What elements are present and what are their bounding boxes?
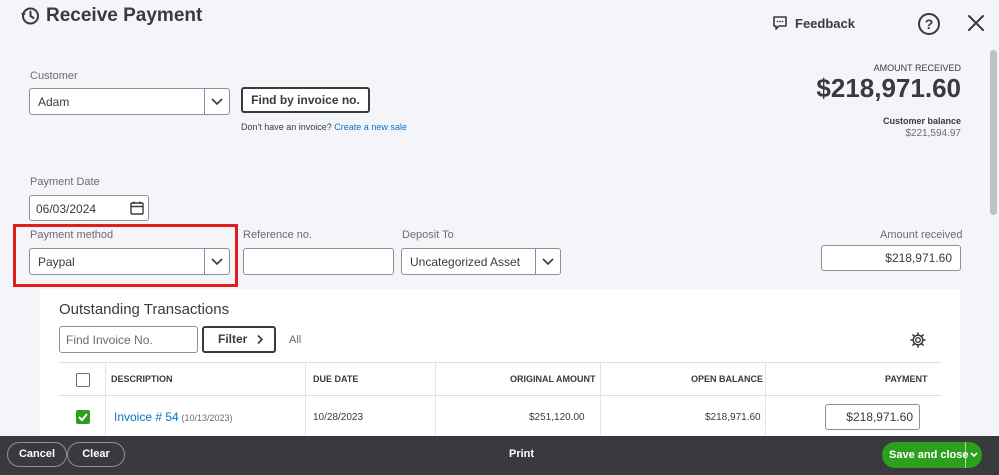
customer-value: Adam xyxy=(38,95,70,109)
chevron-down-icon[interactable] xyxy=(204,249,229,274)
split-divider xyxy=(965,442,966,468)
invoice-link[interactable]: Invoice # 54 xyxy=(114,410,179,424)
original-amount-cell: $251,120.00 xyxy=(529,412,585,423)
open-balance-cell: $218,971.60 xyxy=(705,412,761,423)
payment-method-label: Payment method xyxy=(30,229,114,241)
payment-date-label: Payment Date xyxy=(30,176,100,188)
deposit-to-label: Deposit To xyxy=(402,229,454,241)
save-and-close-label: Save and close xyxy=(889,449,969,461)
table-row: Invoice # 54 (10/13/2023) 10/28/2023 $25… xyxy=(59,396,941,439)
col-open-balance[interactable]: OPEN BALANCE xyxy=(691,363,763,396)
customer-label: Customer xyxy=(30,70,78,82)
checkmark-icon xyxy=(78,413,88,422)
create-new-sale-link[interactable]: Create a new sale xyxy=(334,122,407,132)
help-icon[interactable]: ? xyxy=(918,13,940,35)
payment-date-value: 06/03/2024 xyxy=(36,202,97,216)
chevron-down-icon[interactable] xyxy=(535,249,560,274)
feedback-icon xyxy=(773,16,787,30)
customer-balance-label: Customer balance xyxy=(882,116,961,126)
deposit-to-select[interactable]: Uncategorized Asset xyxy=(401,248,561,275)
cancel-button[interactable]: Cancel xyxy=(7,442,67,467)
customer-select[interactable]: Adam xyxy=(29,88,230,115)
chevron-right-icon xyxy=(256,328,264,359)
invoice-cell: Invoice # 54 (10/13/2023) xyxy=(114,410,233,424)
calendar-icon[interactable] xyxy=(130,201,144,220)
col-description[interactable]: DESCRIPTION xyxy=(111,363,173,396)
table-header: DESCRIPTION DUE DATE ORIGINAL AMOUNT OPE… xyxy=(59,362,941,440)
clear-button[interactable]: Clear xyxy=(67,442,125,467)
no-invoice-text: Don't have an invoice? Create a new sale xyxy=(241,122,407,132)
chevron-down-icon[interactable] xyxy=(204,89,229,114)
invoice-date: (10/13/2023) xyxy=(181,413,233,423)
feedback-label: Feedback xyxy=(795,15,855,31)
print-button[interactable]: Print xyxy=(509,448,534,460)
filter-all-label: All xyxy=(289,334,302,346)
page-title: Receive Payment xyxy=(46,5,203,26)
history-icon[interactable] xyxy=(20,6,40,26)
due-date-cell: 10/28/2023 xyxy=(313,412,364,423)
filter-button[interactable]: Filter xyxy=(202,326,276,353)
header: Receive Payment Feedback ? xyxy=(0,0,999,45)
no-invoice-label: Don't have an invoice? xyxy=(241,122,332,132)
feedback-button[interactable]: Feedback xyxy=(772,15,855,31)
select-all-checkbox[interactable] xyxy=(76,373,90,387)
amount-received-field-label: Amount received xyxy=(880,229,963,241)
customer-balance-value: $221,594.97 xyxy=(905,128,961,139)
payment-date-input[interactable]: 06/03/2024 xyxy=(29,195,149,221)
close-icon[interactable] xyxy=(966,13,986,38)
gear-icon[interactable] xyxy=(910,332,926,353)
scrollbar[interactable] xyxy=(990,50,997,215)
col-payment[interactable]: PAYMENT xyxy=(885,363,928,396)
outstanding-transactions-panel: Outstanding Transactions Find Invoice No… xyxy=(40,289,960,440)
find-by-invoice-button[interactable]: Find by invoice no. xyxy=(241,87,370,113)
reference-label: Reference no. xyxy=(243,229,313,241)
deposit-to-value: Uncategorized Asset xyxy=(410,255,521,269)
col-original-amount[interactable]: ORIGINAL AMOUNT xyxy=(510,363,596,396)
amount-received-total: $218,971.60 xyxy=(816,73,961,103)
amount-received-input[interactable]: $218,971.60 xyxy=(821,245,961,271)
save-and-close-button[interactable]: Save and close xyxy=(882,442,982,468)
row-checkbox[interactable] xyxy=(76,410,90,424)
footer: Cancel Clear Print Save and close xyxy=(0,436,999,475)
payment-input[interactable]: $218,971.60 xyxy=(825,404,920,430)
payment-method-select[interactable]: Paypal xyxy=(29,248,230,275)
amount-received-label: AMOUNT RECEIVED xyxy=(873,63,961,73)
chevron-down-icon[interactable] xyxy=(969,442,979,475)
reference-input[interactable] xyxy=(243,248,394,275)
title-wrap: Receive Payment xyxy=(20,5,202,27)
payment-method-value: Paypal xyxy=(38,255,75,269)
find-invoice-input[interactable]: Find Invoice No. xyxy=(59,326,198,353)
filter-label: Filter xyxy=(218,332,248,346)
outstanding-title: Outstanding Transactions xyxy=(59,301,230,318)
col-due-date[interactable]: DUE DATE xyxy=(313,363,358,396)
